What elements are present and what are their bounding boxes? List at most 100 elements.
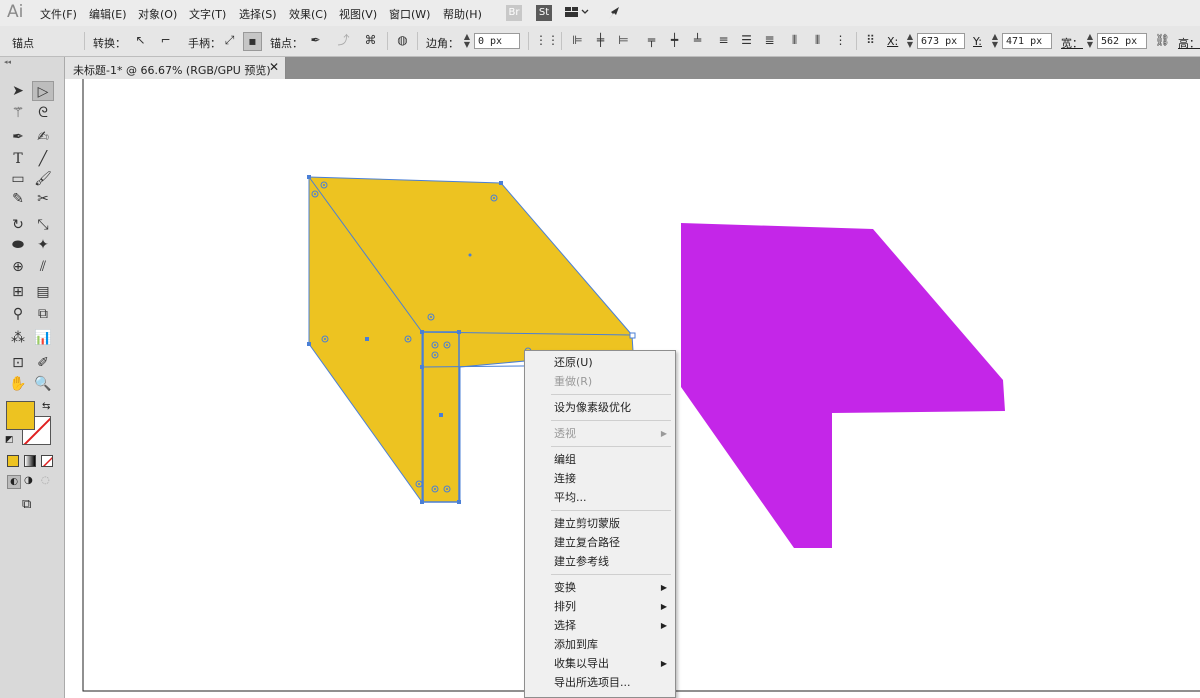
close-icon[interactable]: ✕ bbox=[269, 60, 279, 74]
ctx-join[interactable]: 连接 bbox=[525, 470, 675, 488]
slice-tool-icon[interactable]: ✐ bbox=[32, 353, 54, 373]
eyedropper-tool-icon[interactable]: ⚲ bbox=[7, 304, 29, 324]
menu-window[interactable]: 窗口(W) bbox=[389, 6, 430, 22]
distribute-bottom-icon[interactable]: ≣ bbox=[761, 32, 778, 49]
ctx-arrange[interactable]: 排列 ▶ bbox=[525, 598, 675, 616]
ctx-average[interactable]: 平均... bbox=[525, 489, 675, 507]
convert-corner-icon[interactable]: ↖ bbox=[132, 32, 149, 49]
gradient-tool-icon[interactable]: ▤ bbox=[32, 282, 54, 302]
selection-tool-icon[interactable]: ➤ bbox=[7, 81, 29, 101]
x-input[interactable]: 673 px bbox=[917, 33, 965, 49]
direct-selection-tool-icon[interactable]: ▷ bbox=[32, 81, 54, 101]
ctx-undo[interactable]: 还原(U) bbox=[525, 354, 675, 372]
ctx-redo[interactable]: 重做(R) bbox=[525, 373, 675, 391]
menu-effect[interactable]: 效果(C) bbox=[289, 6, 327, 22]
reference-point-icon[interactable]: ⠿ bbox=[862, 32, 879, 49]
width-tool-icon[interactable]: ⬬ bbox=[7, 235, 29, 255]
draw-inside-icon[interactable]: ◌ bbox=[41, 475, 50, 486]
convert-smooth-icon[interactable]: ⌐ bbox=[157, 32, 174, 49]
lasso-tool-icon[interactable]: ᘓ bbox=[32, 103, 54, 123]
distribute-right-icon[interactable]: ⋮ bbox=[832, 32, 849, 49]
ctx-select[interactable]: 选择 ▶ bbox=[525, 617, 675, 635]
menu-type[interactable]: 文字(T) bbox=[189, 6, 226, 22]
draw-normal-icon[interactable]: ◐ bbox=[7, 475, 21, 489]
distribute-vcenter-icon[interactable]: ☰ bbox=[738, 32, 755, 49]
pen-tool-icon[interactable]: ✒ bbox=[7, 127, 29, 147]
align-hcenter-icon[interactable]: ╪ bbox=[592, 32, 609, 49]
shape-builder-tool-icon[interactable]: ⊕ bbox=[7, 257, 29, 277]
cut-path-icon[interactable]: ⌘ bbox=[362, 32, 379, 49]
menu-file[interactable]: 文件(F) bbox=[40, 6, 77, 22]
color-mode-icon[interactable] bbox=[7, 455, 19, 467]
align-to-icon[interactable]: ⋮⋮ bbox=[535, 32, 559, 49]
recolor-globe-icon[interactable]: ◍ bbox=[394, 32, 411, 49]
connect-anchor-icon[interactable]: ⤴ bbox=[335, 32, 352, 49]
ctx-transform[interactable]: 变换 ▶ bbox=[525, 579, 675, 597]
workspace-layout-icon[interactable] bbox=[564, 5, 590, 21]
perspective-grid-tool-icon[interactable]: ⫽ bbox=[32, 257, 54, 277]
swap-colors-icon[interactable]: ⇆ bbox=[42, 401, 50, 412]
default-colors-icon[interactable]: ◩ bbox=[5, 435, 14, 445]
corner-spinner-icon[interactable]: ▲ ▼ bbox=[462, 33, 472, 49]
ctx-compound-path[interactable]: 建立复合路径 bbox=[525, 534, 675, 552]
menu-view[interactable]: 视图(V) bbox=[339, 6, 377, 22]
symbol-sprayer-tool-icon[interactable]: ⁂ bbox=[7, 328, 29, 348]
ctx-pixel-optimize[interactable]: 设为像素级优化 bbox=[525, 399, 675, 417]
shaper-tool-icon[interactable]: ✎ bbox=[7, 189, 29, 209]
scissors-tool-icon[interactable]: ✂ bbox=[32, 189, 54, 209]
align-vcenter-icon[interactable]: ┿ bbox=[666, 32, 683, 49]
purple-shape[interactable] bbox=[681, 223, 1005, 548]
align-bottom-icon[interactable]: ╧ bbox=[689, 32, 706, 49]
magic-wand-tool-icon[interactable]: ⚚ bbox=[7, 103, 29, 123]
y-spinner-icon[interactable]: ▲ ▼ bbox=[990, 33, 1000, 49]
screen-mode-icon[interactable]: ⧉ bbox=[22, 497, 31, 512]
zoom-tool-icon[interactable]: 🔍 bbox=[32, 374, 54, 394]
gpu-rocket-icon[interactable] bbox=[607, 5, 623, 21]
fill-color-swatch[interactable] bbox=[6, 401, 35, 430]
gradient-mode-icon[interactable] bbox=[24, 455, 36, 467]
rotate-tool-icon[interactable]: ↻ bbox=[7, 215, 29, 235]
distribute-top-icon[interactable]: ≡ bbox=[715, 32, 732, 49]
type-tool-icon[interactable]: T bbox=[7, 149, 29, 169]
puppet-warp-tool-icon[interactable]: ✦ bbox=[32, 235, 54, 255]
hand-tool-icon[interactable]: ✋ bbox=[7, 374, 29, 394]
column-graph-tool-icon[interactable]: 📊 bbox=[32, 328, 54, 348]
menu-edit[interactable]: 编辑(E) bbox=[89, 6, 127, 22]
menu-select[interactable]: 选择(S) bbox=[239, 6, 277, 22]
align-top-icon[interactable]: ╤ bbox=[643, 32, 660, 49]
width-spinner-icon[interactable]: ▲ ▼ bbox=[1085, 33, 1095, 49]
blend-tool-icon[interactable]: ⧉ bbox=[32, 304, 54, 324]
ctx-group[interactable]: 编组 bbox=[525, 451, 675, 469]
align-right-icon[interactable]: ⊨ bbox=[615, 32, 632, 49]
constrain-link-icon[interactable]: ⛓ bbox=[1154, 32, 1171, 49]
stock-icon[interactable]: St bbox=[536, 5, 552, 21]
document-tab[interactable]: 未标题-1* @ 66.67% (RGB/GPU 预览) ✕ bbox=[65, 57, 286, 79]
none-mode-icon[interactable] bbox=[41, 455, 53, 467]
distribute-hcenter-icon[interactable]: ⫴ bbox=[809, 32, 826, 49]
ctx-perspective[interactable]: 透视 ▶ bbox=[525, 425, 675, 443]
menu-help[interactable]: 帮助(H) bbox=[443, 6, 482, 22]
align-left-icon[interactable]: ⊫ bbox=[569, 32, 586, 49]
menu-object[interactable]: 对象(O) bbox=[138, 6, 177, 22]
mesh-tool-icon[interactable]: ⊞ bbox=[7, 282, 29, 302]
line-tool-icon[interactable]: ╱ bbox=[32, 149, 54, 169]
show-handles-icon[interactable]: ⤢ bbox=[221, 32, 238, 49]
x-spinner-icon[interactable]: ▲ ▼ bbox=[905, 33, 915, 49]
ctx-add-to-library[interactable]: 添加到库 bbox=[525, 636, 675, 654]
ctx-clipping-mask[interactable]: 建立剪切蒙版 bbox=[525, 515, 675, 533]
panel-collapse-icon[interactable]: ◂◂ bbox=[4, 59, 60, 66]
corner-radius-input[interactable]: 0 px bbox=[474, 33, 520, 49]
paintbrush-tool-icon[interactable]: 🖌 bbox=[32, 169, 54, 189]
curvature-tool-icon[interactable]: ✍ bbox=[32, 127, 54, 147]
delete-anchor-icon[interactable]: ✒ bbox=[307, 32, 324, 49]
ctx-collect-for-export[interactable]: 收集以导出 ▶ bbox=[525, 655, 675, 673]
bridge-icon[interactable]: Br bbox=[506, 5, 522, 21]
ctx-make-guides[interactable]: 建立参考线 bbox=[525, 553, 675, 571]
width-input[interactable]: 562 px bbox=[1097, 33, 1147, 49]
distribute-left-icon[interactable]: ⦀ bbox=[786, 32, 803, 49]
artboard-tool-icon[interactable]: ⊡ bbox=[7, 353, 29, 373]
y-input[interactable]: 471 px bbox=[1002, 33, 1052, 49]
rectangle-tool-icon[interactable]: ▭ bbox=[7, 169, 29, 189]
scale-tool-icon[interactable]: ⤡ bbox=[32, 215, 54, 235]
draw-behind-icon[interactable]: ◑ bbox=[24, 475, 33, 486]
